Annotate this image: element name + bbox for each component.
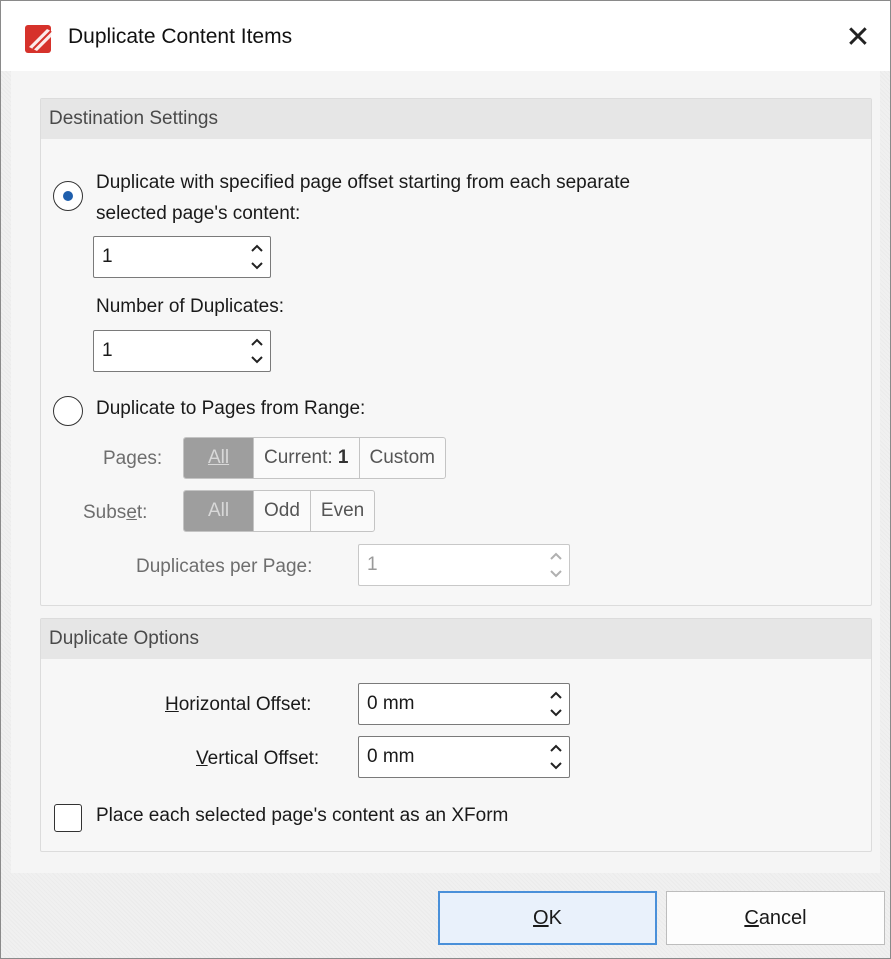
pages-custom-option[interactable]: Custom — [360, 438, 445, 478]
offset-radio-label-line1: Duplicate with specified page offset sta… — [96, 172, 631, 193]
page-offset-stepper[interactable]: 1 — [93, 236, 271, 278]
duplicate-options-header: Duplicate Options — [41, 619, 871, 659]
vertical-offset-value: 0 mm — [367, 746, 415, 767]
num-duplicates-value: 1 — [102, 340, 113, 361]
subset-odd-option[interactable]: Odd — [254, 491, 311, 531]
ok-button-label: OK — [533, 906, 562, 929]
close-icon[interactable]: ✕ — [836, 15, 880, 59]
subset-all-option[interactable]: All — [184, 491, 254, 531]
cancel-button-label: Cancel — [744, 906, 807, 929]
xform-checkbox[interactable] — [54, 804, 82, 832]
vertical-offset-label: Vertical Offset: — [196, 748, 320, 769]
cancel-button[interactable]: Cancel — [666, 891, 885, 945]
dup-per-page-value: 1 — [367, 554, 378, 575]
stepper-arrows-icon[interactable] — [543, 545, 569, 585]
stepper-arrows-icon[interactable] — [244, 331, 270, 371]
duplicate-options-group: Duplicate Options Horizontal Offset: 0 m… — [40, 618, 872, 852]
subset-label: Subset: — [83, 502, 148, 523]
pages-segmented-control[interactable]: All Current: 1 Custom — [183, 437, 446, 479]
dup-per-page-stepper[interactable]: 1 — [358, 544, 570, 586]
pages-current-option[interactable]: Current: 1 — [254, 438, 360, 478]
stepper-arrows-icon[interactable] — [543, 737, 569, 777]
offset-radio[interactable] — [53, 181, 83, 211]
stepper-arrows-icon[interactable] — [543, 684, 569, 724]
destination-settings-group: Destination Settings Duplicate with spec… — [40, 98, 872, 606]
subset-even-option[interactable]: Even — [311, 491, 374, 531]
window-title: Duplicate Content Items — [68, 25, 293, 48]
num-duplicates-stepper[interactable]: 1 — [93, 330, 271, 372]
page-offset-value: 1 — [102, 246, 113, 267]
destination-settings-header: Destination Settings — [41, 99, 871, 139]
subset-segmented-control[interactable]: All Odd Even — [183, 490, 376, 532]
dup-per-page-label: Duplicates per Page: — [136, 556, 313, 577]
xform-checkbox-label: Place each selected page's content as an… — [96, 805, 509, 826]
dialog-window: Duplicate Content Items ✕ Destination Se… — [0, 0, 891, 959]
stepper-arrows-icon[interactable] — [244, 237, 270, 277]
ok-button[interactable]: OK — [438, 891, 657, 945]
pages-all-option[interactable]: All — [184, 438, 254, 478]
title-bar: Duplicate Content Items ✕ — [1, 1, 890, 71]
pages-label: Pages: — [103, 448, 163, 469]
dialog-content: Destination Settings Duplicate with spec… — [11, 71, 880, 873]
horizontal-offset-stepper[interactable]: 0 mm — [358, 683, 570, 725]
vertical-offset-stepper[interactable]: 0 mm — [358, 736, 570, 778]
range-radio[interactable] — [53, 396, 83, 426]
horizontal-offset-value: 0 mm — [367, 693, 415, 714]
range-radio-label: Duplicate to Pages from Range: — [96, 398, 366, 419]
num-duplicates-label: Number of Duplicates: — [96, 296, 284, 317]
offset-radio-label-line2: selected page's content: — [96, 203, 301, 224]
horizontal-offset-label: Horizontal Offset: — [165, 694, 312, 715]
app-logo-icon — [25, 25, 55, 53]
